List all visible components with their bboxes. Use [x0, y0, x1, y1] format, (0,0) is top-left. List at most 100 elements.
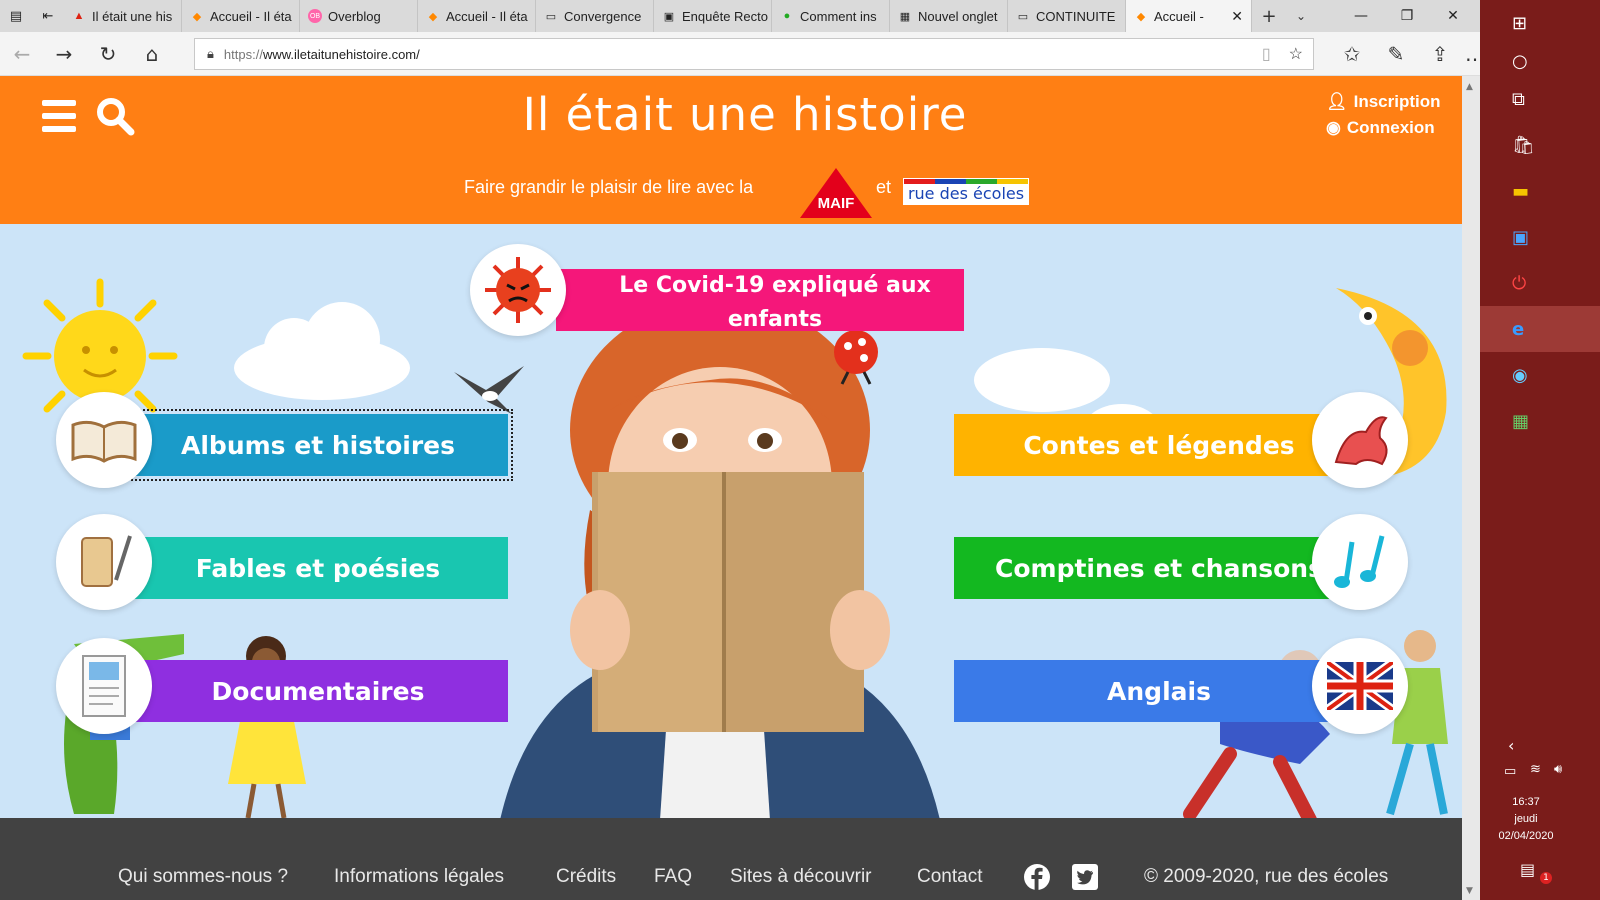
footer-link-credits[interactable]: Crédits: [556, 866, 616, 888]
category-albums-histoires[interactable]: Albums et histoires: [123, 409, 513, 481]
footer-link-faq[interactable]: FAQ: [654, 866, 692, 888]
footer-link-about[interactable]: Qui sommes-nous ?: [118, 866, 288, 888]
browser-tab[interactable]: ▭ Convergence: [536, 0, 654, 32]
new-tab-button[interactable]: +: [1252, 0, 1286, 32]
back-button[interactable]: ←: [6, 39, 38, 69]
facebook-icon[interactable]: [1024, 864, 1050, 890]
category-label: Documentaires: [211, 676, 425, 706]
notification-center-icon[interactable]: ▤: [1520, 860, 1535, 879]
page-scrollbar[interactable]: ▲ ▼: [1462, 76, 1480, 900]
battery-icon[interactable]: ▭: [1504, 764, 1516, 779]
maif-logo[interactable]: MAIF: [800, 168, 872, 218]
refresh-button[interactable]: ↻: [92, 39, 124, 69]
footer-link-contact[interactable]: Contact: [917, 866, 982, 888]
clock-date: 02/04/2020: [1498, 830, 1554, 842]
twitter-icon[interactable]: [1072, 864, 1098, 890]
tab-label: Nouvel onglet: [918, 8, 998, 24]
browser-tab[interactable]: ▭ CONTINUITE: [1008, 0, 1126, 32]
tab-label: Il était une his: [92, 8, 173, 24]
browser-tab-active[interactable]: ◆ Accueil - ✕: [1126, 0, 1252, 32]
store-icon[interactable]: 🛍︎: [1480, 122, 1600, 168]
browser-tab[interactable]: ▦ Nouvel onglet: [890, 0, 1008, 32]
category-contes-legendes[interactable]: Contes et légendes: [954, 414, 1364, 476]
category-documentaires[interactable]: Documentaires: [128, 660, 508, 722]
browser-tab[interactable]: ▲ Il était une his: [64, 0, 182, 32]
browser-tab[interactable]: OB Overblog: [300, 0, 418, 32]
rue-des-ecoles-logo[interactable]: rue des écoles: [903, 178, 1029, 205]
covid-virus-icon[interactable]: [470, 244, 566, 336]
browser-tab[interactable]: ● Comment ins: [772, 0, 890, 32]
category-anglais[interactable]: Anglais: [954, 660, 1364, 722]
rue-des-ecoles-text: rue des écoles: [907, 184, 1025, 203]
image-icon: ▣: [663, 10, 675, 23]
user-circle-icon: ◉: [1326, 118, 1341, 137]
file-explorer-icon[interactable]: ▬: [1480, 168, 1600, 214]
forward-button[interactable]: →: [48, 39, 80, 69]
clock-day: jeudi: [1514, 813, 1538, 825]
tab-label: Accueil -: [1154, 8, 1204, 24]
browser-tab[interactable]: ◆ Accueil - Il éta: [418, 0, 536, 32]
favorite-star-icon[interactable]: ☆: [1289, 44, 1303, 64]
wifi-icon[interactable]: ≋: [1530, 762, 1541, 777]
task-view-icon[interactable]: ⧉: [1480, 76, 1600, 122]
signup-link[interactable]: 👤︎ Inscription: [1326, 92, 1441, 112]
restore-button[interactable]: ❐: [1384, 0, 1430, 32]
category-label: Contes et légendes: [1023, 430, 1295, 460]
tab-preview-chevron-icon[interactable]: ⌄: [1286, 0, 1316, 32]
close-tab-icon[interactable]: ✕: [1231, 8, 1243, 25]
search-icon[interactable]: [95, 96, 135, 136]
url-prefix: https://: [223, 46, 263, 62]
login-link[interactable]: ◉ Connexion: [1326, 118, 1435, 138]
category-comptines-chansons[interactable]: Comptines et chansons: [954, 537, 1364, 599]
taskbar-clock[interactable]: 16:37 jeudi 02/04/2020: [1480, 794, 1572, 845]
scroll-down-icon[interactable]: ▼: [1466, 886, 1473, 896]
grid-icon: ▦: [899, 10, 911, 23]
favorites-hub-icon[interactable]: ✩: [1336, 39, 1368, 69]
show-hidden-icons-chevron-icon[interactable]: ‹: [1508, 736, 1514, 755]
remote-desktop-icon[interactable]: ▣: [1480, 214, 1600, 260]
address-bar[interactable]: 🔒︎ https://www.iletaitunehistoire.com/ ▯…: [194, 38, 1314, 70]
footer-copyright: © 2009-2020, rue des écoles: [1144, 866, 1389, 887]
share-icon[interactable]: ⇪: [1424, 39, 1456, 69]
login-label: Connexion: [1346, 118, 1435, 137]
browser-tab[interactable]: ▣ Enquête Recto: [654, 0, 772, 32]
calculator-app-icon[interactable]: ▦: [1480, 398, 1600, 444]
home-button[interactable]: ⌂: [136, 39, 168, 69]
category-fables-poesies[interactable]: Fables et poésies: [128, 537, 508, 599]
orange-book-icon: ◆: [192, 10, 202, 23]
footer-link-legal[interactable]: Informations légales: [334, 866, 504, 888]
tab-label: Overblog: [328, 8, 381, 24]
reading-view-icon[interactable]: ▯: [1262, 44, 1271, 64]
minimize-button[interactable]: —: [1338, 0, 1384, 32]
pen-icon[interactable]: ✎: [1380, 39, 1412, 69]
scroll-quill-icon[interactable]: [56, 514, 152, 610]
tab-manager-icon[interactable]: ▤: [0, 0, 32, 32]
power-app-icon[interactable]: ⏻: [1480, 260, 1600, 306]
edge-browser-icon[interactable]: e: [1480, 306, 1600, 352]
uk-flag-icon[interactable]: [1312, 638, 1408, 734]
tab-label: Enquête Recto: [682, 8, 769, 24]
lock-icon: 🔒︎: [207, 46, 214, 61]
category-label: Comptines et chansons: [995, 553, 1323, 583]
scroll-up-icon[interactable]: ▲: [1466, 82, 1473, 92]
site-title[interactable]: Il était une histoire: [440, 88, 1050, 141]
open-book-icon[interactable]: [56, 392, 152, 488]
hamburger-menu-icon[interactable]: [42, 100, 76, 132]
clock-time: 16:37: [1512, 796, 1540, 808]
maif-logo-text: MAIF: [818, 195, 855, 212]
tab-label: Comment ins: [800, 8, 877, 24]
thunderbird-icon[interactable]: ◉: [1480, 352, 1600, 398]
signup-label: Inscription: [1353, 92, 1441, 111]
tab-label: Accueil - Il éta: [446, 8, 528, 24]
volume-icon[interactable]: 🔊︎: [1554, 762, 1562, 777]
set-aside-tabs-icon[interactable]: ⇤: [32, 0, 64, 32]
covid-explained-link[interactable]: Le Covid-19 expliqué aux enfants: [556, 269, 964, 332]
orange-book-icon: ◆: [428, 10, 438, 23]
document-page-icon[interactable]: [56, 638, 152, 734]
close-window-button[interactable]: ✕: [1430, 0, 1476, 32]
footer-link-sites[interactable]: Sites à découvrir: [730, 866, 872, 888]
cloud-illustration: [234, 302, 410, 400]
music-notes-icon[interactable]: [1312, 514, 1408, 610]
browser-tab[interactable]: ◆ Accueil - Il éta: [182, 0, 300, 32]
dragon-icon[interactable]: [1312, 392, 1408, 488]
